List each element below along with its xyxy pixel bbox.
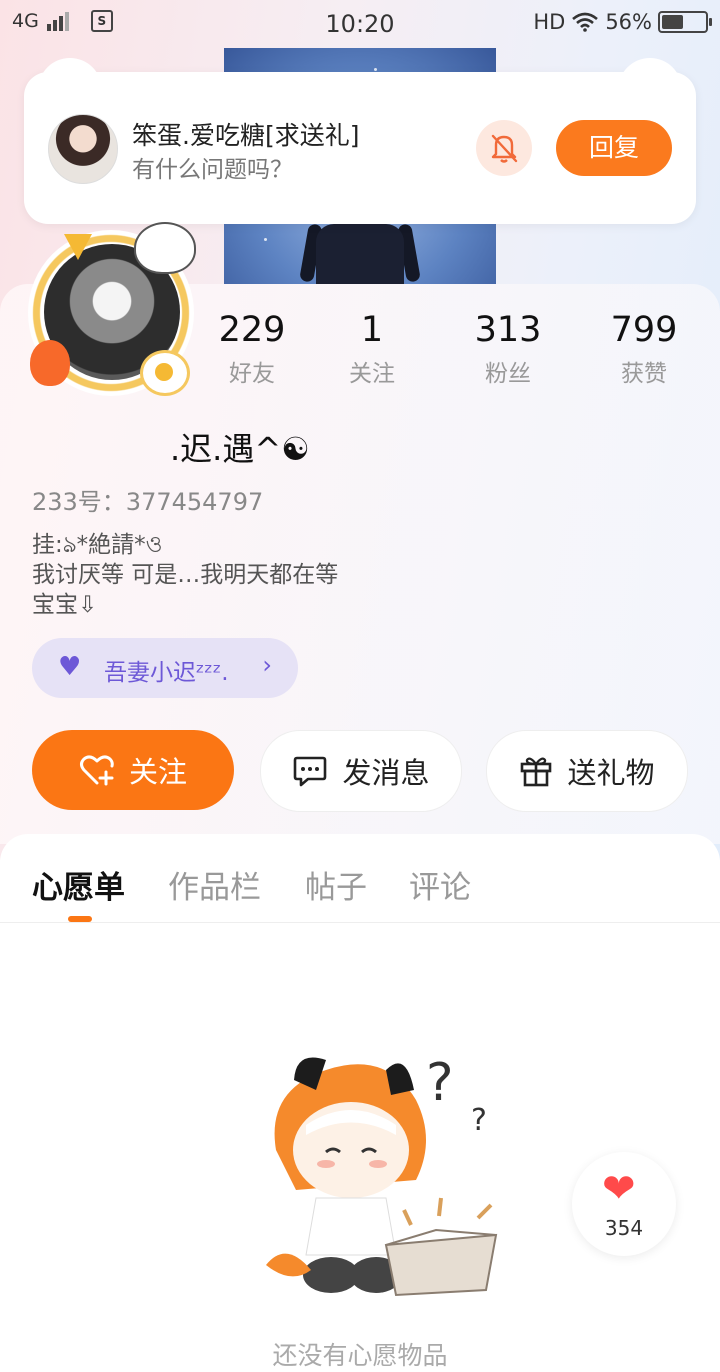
sparkle: [374, 68, 377, 71]
message-notification[interactable]: 笨蛋.爱吃糖[求送礼] 有什么问题吗？ 回复: [24, 58, 696, 224]
hd-indicator: HD: [533, 10, 566, 34]
stat-label: 粉丝: [485, 361, 531, 387]
heart-plus-icon: [79, 755, 114, 786]
like-count: 354: [604, 1216, 644, 1240]
tab-comments[interactable]: 评论: [409, 862, 471, 907]
stat-fans[interactable]: 313 粉丝: [448, 310, 568, 388]
battery-level: [662, 15, 684, 29]
relationship-badge[interactable]: ♥ 吾妻小迟ᶻᶻᶻ. ›: [32, 638, 298, 698]
empty-state-text: 还没有心愿物品: [272, 1341, 448, 1370]
stat-friends[interactable]: 229 好友: [192, 310, 312, 388]
svg-text:?: ?: [426, 1053, 454, 1113]
reply-button[interactable]: 回复: [556, 120, 672, 176]
send-message-button[interactable]: 发消息: [260, 730, 462, 812]
frame-cat-decoration: [134, 222, 196, 274]
follow-label: 关注: [128, 755, 187, 789]
battery-icon: [658, 11, 712, 33]
heart-icon: ❤: [602, 1166, 636, 1212]
tab-wishlist[interactable]: 心愿单: [32, 862, 125, 907]
status-right: HD 56%: [533, 10, 712, 34]
stat-label: 好友: [229, 361, 275, 387]
bio-text: 挂:ঌ*絶請*ও 我讨厌等 可是…我明天都在等 宝宝⇩: [32, 532, 339, 618]
stat-label: 获赞: [621, 361, 667, 387]
chevron-right-icon: ›: [262, 651, 272, 679]
frame-carrot-decoration: [30, 340, 70, 386]
user-id[interactable]: 233号：377454797: [32, 482, 263, 517]
stat-following[interactable]: 1 关注: [312, 310, 432, 388]
tabs-divider: [0, 922, 720, 923]
bell-off-icon: [491, 134, 518, 163]
gift-icon: [521, 757, 552, 787]
status-bar: 4G S 10:20 HD 56%: [0, 0, 720, 48]
purple-heart-icon: ♥: [58, 652, 82, 682]
sender-avatar[interactable]: [48, 114, 118, 184]
frame-flag-decoration: [64, 234, 92, 260]
chat-bubble-icon: [294, 756, 327, 787]
send-gift-button[interactable]: 送礼物: [486, 730, 688, 812]
stat-value: 799: [610, 310, 678, 350]
like-button[interactable]: ❤ 354: [572, 1152, 676, 1256]
frame-egg-decoration: [140, 350, 190, 396]
mute-button[interactable]: [476, 120, 532, 176]
tab-works[interactable]: 作品栏: [168, 862, 261, 907]
gift-label: 送礼物: [567, 756, 655, 790]
follow-button[interactable]: 关注: [32, 730, 234, 810]
figure-silhouette: [316, 224, 404, 284]
nickname: .迟.遇^☯: [170, 430, 310, 468]
svg-text:?: ?: [471, 1103, 487, 1138]
battery-percent: 56%: [605, 10, 652, 34]
stat-value: 313: [474, 310, 542, 350]
tab-posts[interactable]: 帖子: [305, 862, 367, 907]
stat-value: 229: [218, 310, 286, 350]
stat-likes[interactable]: 799 获赞: [584, 310, 704, 388]
badge-label: 吾妻小迟ᶻᶻᶻ.: [104, 660, 229, 686]
message-label: 发消息: [342, 756, 430, 790]
sparkle: [264, 238, 267, 241]
wifi-icon: [572, 12, 599, 32]
empty-wishlist-illustration: ? ?: [266, 1053, 498, 1297]
sender-name: 笨蛋.爱吃糖[求送礼]: [132, 121, 360, 150]
notification-message: 有什么问题吗？: [132, 157, 293, 183]
stat-value: 1: [360, 310, 384, 350]
stat-label: 关注: [349, 361, 395, 387]
